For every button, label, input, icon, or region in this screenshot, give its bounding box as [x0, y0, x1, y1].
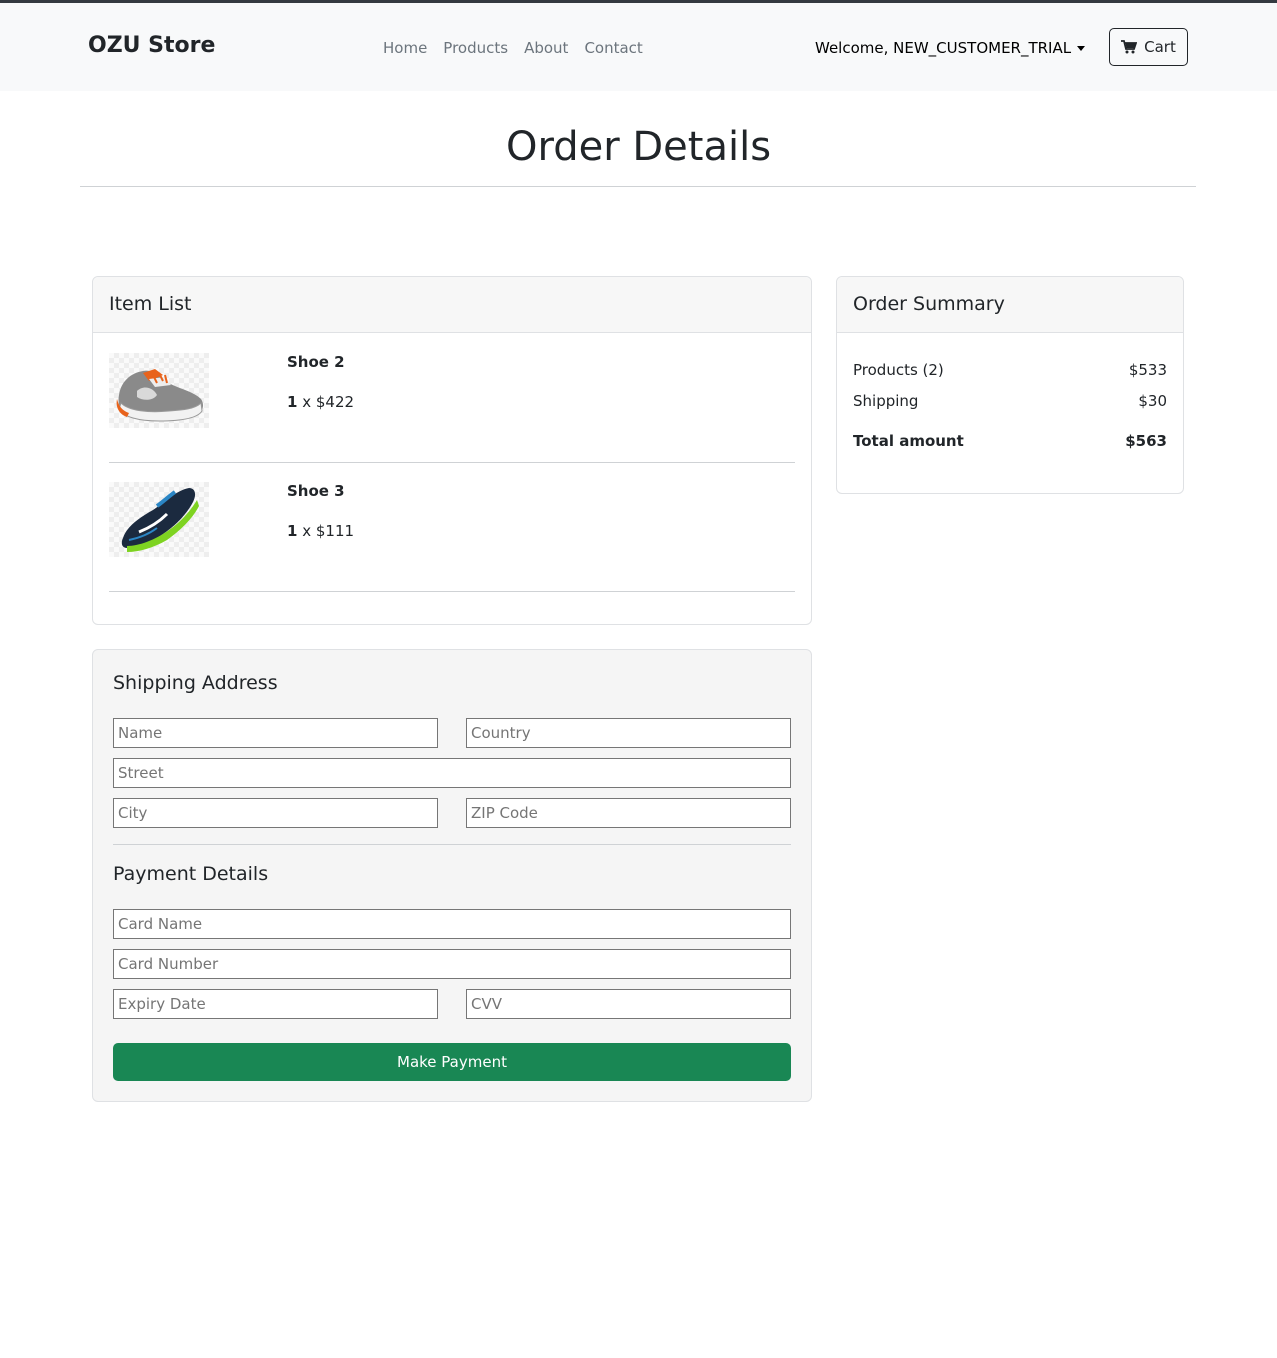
caret-down-icon — [1077, 45, 1086, 51]
welcome-text: Welcome, NEW_CUSTOMER_TRIAL — [815, 39, 1072, 57]
list-item: Shoe 2 1 x $422 — [109, 334, 795, 463]
summary-row-total: Total amount $563 — [853, 432, 1167, 450]
shipping-address-title: Shipping Address — [113, 672, 278, 694]
page-title: Order Details — [505, 124, 772, 170]
form-divider — [113, 844, 791, 845]
item-list-card: Item List Shoe 2 1 x $422 Shoe 3 1 x $11… — [92, 276, 812, 625]
navbar: OZU Store Home Products About Contact We… — [0, 3, 1277, 91]
expiry-date-field[interactable] — [113, 989, 438, 1019]
card-number-field[interactable] — [113, 949, 791, 979]
country-field[interactable] — [466, 718, 791, 748]
user-dropdown[interactable]: Welcome, NEW_CUSTOMER_TRIAL — [815, 39, 1086, 57]
title-divider — [80, 186, 1196, 187]
list-item: Shoe 3 1 x $111 — [109, 463, 795, 592]
item-quantity-separator: x — [297, 522, 316, 540]
item-list-header: Item List — [93, 277, 811, 333]
nav-links: Home Products About Contact — [383, 39, 643, 57]
summary-row-shipping: Shipping $30 — [853, 392, 1167, 410]
zip-code-field[interactable] — [466, 798, 791, 828]
nav-link-home[interactable]: Home — [383, 39, 427, 57]
item-name: Shoe 2 — [287, 353, 345, 371]
summary-total-label: Total amount — [853, 432, 964, 450]
cart-label: Cart — [1144, 38, 1176, 56]
cvv-field[interactable] — [466, 989, 791, 1019]
city-field[interactable] — [113, 798, 438, 828]
order-summary-card: Order Summary Products (2) $533 Shipping… — [836, 276, 1184, 494]
shoe-orange-gray-icon — [109, 353, 209, 428]
nav-link-contact[interactable]: Contact — [584, 39, 642, 57]
summary-shipping-label: Shipping — [853, 392, 919, 410]
summary-products-value: $533 — [1128, 361, 1167, 379]
item-unit-price: $111 — [315, 522, 355, 540]
card-name-field[interactable] — [113, 909, 791, 939]
checkout-form: Shipping Address Payment Details Make Pa… — [92, 649, 812, 1102]
street-field[interactable] — [113, 758, 791, 788]
summary-products-label: Products (2) — [853, 361, 944, 379]
item-name: Shoe 3 — [287, 482, 345, 500]
make-payment-button[interactable]: Make Payment — [113, 1043, 791, 1081]
summary-total-value: $563 — [1125, 432, 1167, 450]
nav-link-about[interactable]: About — [524, 39, 568, 57]
item-quantity: 1 — [287, 393, 298, 411]
order-summary-header: Order Summary — [837, 277, 1183, 333]
item-quantity-separator: x — [297, 393, 316, 411]
brand-logo[interactable]: OZU Store — [88, 33, 215, 58]
item-quantity: 1 — [287, 522, 298, 540]
item-price: 1 x $422 — [287, 393, 354, 411]
summary-row-products: Products (2) $533 — [853, 361, 1167, 379]
shopping-cart-icon — [1121, 40, 1138, 54]
payment-details-title: Payment Details — [113, 863, 269, 885]
name-field[interactable] — [113, 718, 438, 748]
shoe-blue-green-icon — [109, 482, 209, 557]
nav-link-products[interactable]: Products — [443, 39, 508, 57]
cart-button[interactable]: Cart — [1109, 28, 1188, 66]
summary-shipping-value: $30 — [1138, 392, 1167, 410]
item-price: 1 x $111 — [287, 522, 354, 540]
item-unit-price: $422 — [315, 393, 355, 411]
